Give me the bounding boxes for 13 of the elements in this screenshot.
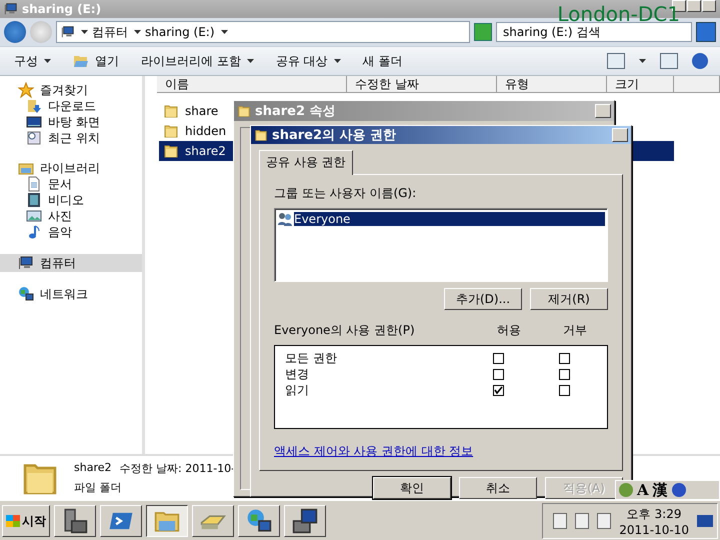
window-title: sharing (E:): [22, 2, 102, 16]
dialog-title: share2의 사용 권한: [272, 127, 396, 144]
dialog-title: share2 속성: [255, 103, 336, 120]
file-name: share2: [74, 461, 112, 476]
permissions-label: Everyone의 사용 권한(P): [274, 322, 416, 340]
modified-date: 수정한 날짜: 2011-10-: [120, 461, 236, 476]
permission-name: 모든 권한: [285, 350, 338, 368]
column-header: 거부: [562, 322, 588, 340]
column-header: 허용: [496, 322, 522, 340]
file-type: 파일 폴더: [74, 480, 122, 495]
group-label: 그룹 또는 사용자 이름(G):: [274, 185, 418, 202]
permission-name: 읽기: [285, 382, 310, 400]
permission-name: 변경: [285, 366, 310, 384]
